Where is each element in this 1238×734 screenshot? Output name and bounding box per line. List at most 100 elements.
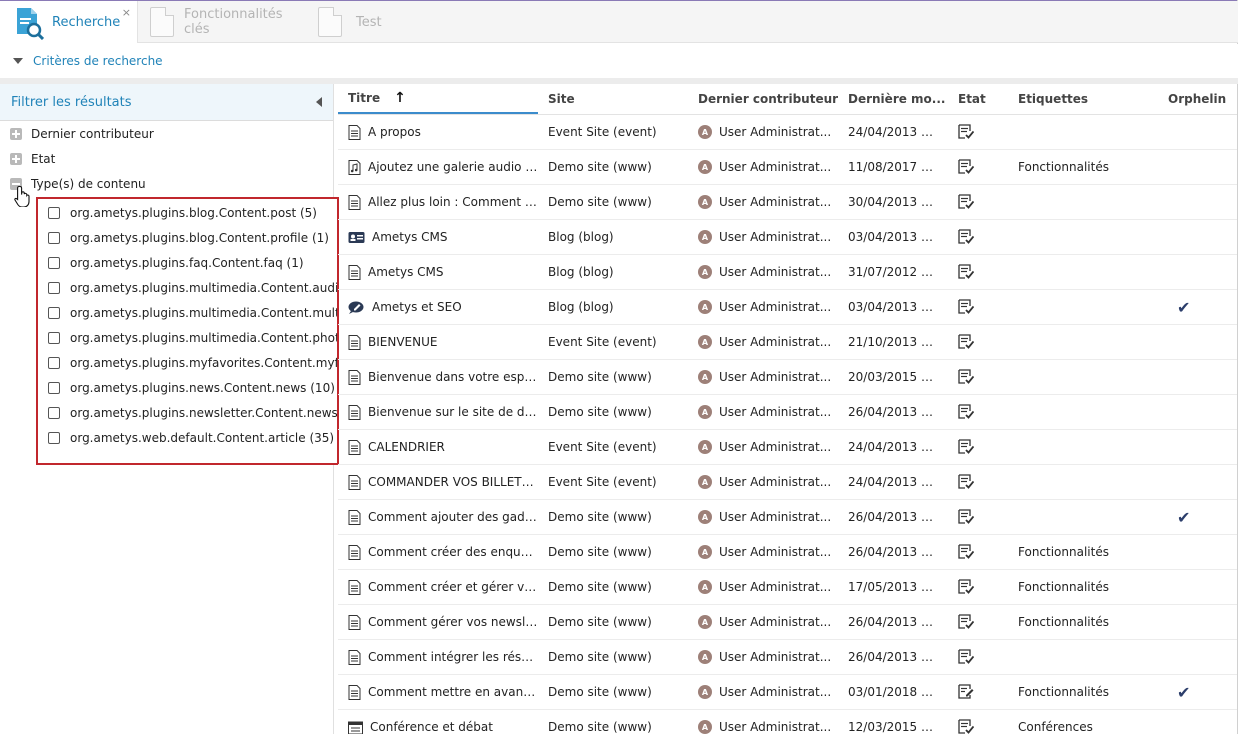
cell-site: Demo site (www) <box>538 580 688 594</box>
title-text: Comment gérer vos newsle... <box>368 615 538 629</box>
tab-recherche[interactable]: Recherche × <box>0 1 138 43</box>
cell-date: 26/04/2013 à ... <box>838 510 948 524</box>
site-text: Demo site (www) <box>548 685 652 699</box>
column-label: Etat <box>958 92 986 106</box>
checkbox[interactable] <box>48 331 60 344</box>
orphan-check-icon: ✔ <box>1177 682 1191 702</box>
cell-site: Event Site (event) <box>538 440 688 454</box>
validated-state-icon <box>958 474 974 490</box>
tags-text: Fonctionnalités <box>1018 615 1109 629</box>
column-label: Orphelin <box>1168 92 1227 106</box>
collapse-left-icon[interactable] <box>316 97 322 107</box>
table-row[interactable]: BIENVENUE Event Site (event) A User Adminis… <box>338 325 1237 360</box>
avatar: A <box>698 475 712 489</box>
table-row[interactable]: Ajoutez une galerie audio d... Demo site … <box>338 150 1237 185</box>
column-header-etat[interactable]: Etat <box>948 84 1008 114</box>
content-type-option[interactable]: org.ametys.plugins.faq.Content.faq (1) <box>38 250 337 275</box>
contributor-text: User Administrat... <box>719 720 832 734</box>
cell-title: Ametys CMS <box>338 230 538 245</box>
avatar: A <box>698 510 712 524</box>
content-type-label: org.ametys.plugins.blog.Content.post (5) <box>70 205 317 220</box>
content-type-list: org.ametys.plugins.blog.Content.post (5)… <box>36 197 339 465</box>
cell-title: Bienvenue dans votre espa... <box>338 369 538 385</box>
checkbox[interactable] <box>48 406 60 419</box>
content-type-option[interactable]: org.ametys.plugins.multimedia.Content.au… <box>38 275 337 300</box>
expand-icon[interactable] <box>10 152 22 165</box>
column-header-site[interactable]: Site <box>538 84 688 114</box>
table-row[interactable]: Ametys CMS Blog (blog) A User Administrat..… <box>338 255 1237 290</box>
tab-fonctionnalites[interactable]: Fonctionnalités clés <box>150 1 300 43</box>
validated-state-icon <box>958 509 974 525</box>
contributor-text: User Administrat... <box>719 265 832 279</box>
content-type-option[interactable]: org.ametys.plugins.newsletter.Content.ne… <box>38 400 337 425</box>
content-type-label: org.ametys.plugins.news.Content.news (10… <box>70 380 335 395</box>
content-type-option[interactable]: org.ametys.plugins.multimedia.Content.ph… <box>38 325 337 350</box>
column-header-derniere-modif[interactable]: Dernière mo... <box>838 84 948 114</box>
table-row[interactable]: Conférence et débat Demo site (www) A User … <box>338 710 1237 734</box>
cell-tags: Fonctionnalités <box>1008 160 1158 174</box>
content-type-option[interactable]: org.ametys.plugins.news.Content.news (10… <box>38 375 337 400</box>
document-icon <box>348 649 368 665</box>
facet-etat[interactable]: Etat <box>0 146 333 171</box>
column-header-contributeur[interactable]: Dernier contributeur <box>688 84 838 114</box>
column-header-titre[interactable]: Titre ↑ <box>338 84 538 114</box>
table-row[interactable]: COMMANDER VOS BILLETS... Event Site (even… <box>338 465 1237 500</box>
table-row[interactable]: Bienvenue dans votre espa... Demo site (w… <box>338 360 1237 395</box>
content-type-option[interactable]: org.ametys.plugins.myfavorites.Content.m… <box>38 350 337 375</box>
cell-site: Demo site (www) <box>538 650 688 664</box>
site-text: Demo site (www) <box>548 160 652 174</box>
table-row[interactable]: A propos Event Site (event) A User Administ… <box>338 115 1237 150</box>
content-type-option[interactable]: org.ametys.plugins.blog.Content.profile … <box>38 225 337 250</box>
cell-state <box>948 334 1008 350</box>
table-row[interactable]: Comment créer des enquêt... Demo site (ww… <box>338 535 1237 570</box>
cell-title: Comment ajouter des gadg... <box>338 509 538 525</box>
table-row[interactable]: Comment mettre en avant... Demo site (www… <box>338 675 1237 710</box>
cell-state <box>948 544 1008 560</box>
cell-title: CALENDRIER <box>338 439 538 455</box>
table-row[interactable]: Comment gérer vos newsle... Demo site (ww… <box>338 605 1237 640</box>
column-header-etiquettes[interactable]: Etiquettes <box>1008 84 1158 114</box>
table-row[interactable]: Ametys CMS Blog (blog) A User Administrat..… <box>338 220 1237 255</box>
date-text: 26/04/2013 à ... <box>848 510 936 524</box>
tab-label: Fonctionnalités clés <box>184 7 283 37</box>
close-icon[interactable]: × <box>122 6 131 19</box>
expand-icon[interactable] <box>10 127 22 140</box>
content-type-option[interactable]: org.ametys.plugins.blog.Content.post (5) <box>38 200 337 225</box>
table-row[interactable]: Comment ajouter des gadg... Demo site (ww… <box>338 500 1237 535</box>
table-row[interactable]: Comment intégrer les rése... Demo site (w… <box>338 640 1237 675</box>
validated-state-icon <box>958 124 974 140</box>
checkbox[interactable] <box>48 231 60 244</box>
content-type-option[interactable]: org.ametys.web.default.Content.article (… <box>38 425 337 450</box>
document-icon <box>348 544 368 560</box>
tab-bar: Recherche × Fonctionnalités clés Test <box>0 1 1238 43</box>
blog-post-icon <box>348 300 372 315</box>
cell-tags: Fonctionnalités <box>1008 545 1158 559</box>
checkbox[interactable] <box>48 281 60 294</box>
site-text: Demo site (www) <box>548 650 652 664</box>
table-row[interactable]: Comment créer et gérer vo... Demo site (w… <box>338 570 1237 605</box>
contributor-text: User Administrat... <box>719 475 832 489</box>
search-criteria-toggle[interactable]: Critères de recherche <box>0 44 1238 78</box>
avatar: A <box>698 405 712 419</box>
checkbox[interactable] <box>48 256 60 269</box>
table-row[interactable]: Bienvenue sur le site de dé... Demo site … <box>338 395 1237 430</box>
table-row[interactable]: Ametys et SEO Blog (blog) A User Administra… <box>338 290 1237 325</box>
avatar: A <box>698 685 712 699</box>
date-text: 24/04/2013 à ... <box>848 440 936 454</box>
checkbox[interactable] <box>48 206 60 219</box>
checkbox[interactable] <box>48 306 60 319</box>
checkbox[interactable] <box>48 381 60 394</box>
facet-types-de-contenu[interactable]: Type(s) de contenu <box>0 171 333 196</box>
table-row[interactable]: Allez plus loin : Comment c... Demo site … <box>338 185 1237 220</box>
checkbox[interactable] <box>48 431 60 444</box>
facet-dernier-contributeur[interactable]: Dernier contributeur <box>0 121 333 146</box>
column-header-orphelin[interactable]: Orphelin <box>1158 84 1237 114</box>
cell-title: Ametys CMS <box>338 264 538 280</box>
table-row[interactable]: CALENDRIER Event Site (event) A User Admini… <box>338 430 1237 465</box>
tab-test[interactable]: Test <box>318 1 418 43</box>
cell-contributor: A User Administrat... <box>688 230 838 244</box>
cell-contributor: A User Administrat... <box>688 650 838 664</box>
checkbox[interactable] <box>48 356 60 369</box>
cell-title: Comment intégrer les rése... <box>338 649 538 665</box>
content-type-option[interactable]: org.ametys.plugins.multimedia.Content.mu… <box>38 300 337 325</box>
